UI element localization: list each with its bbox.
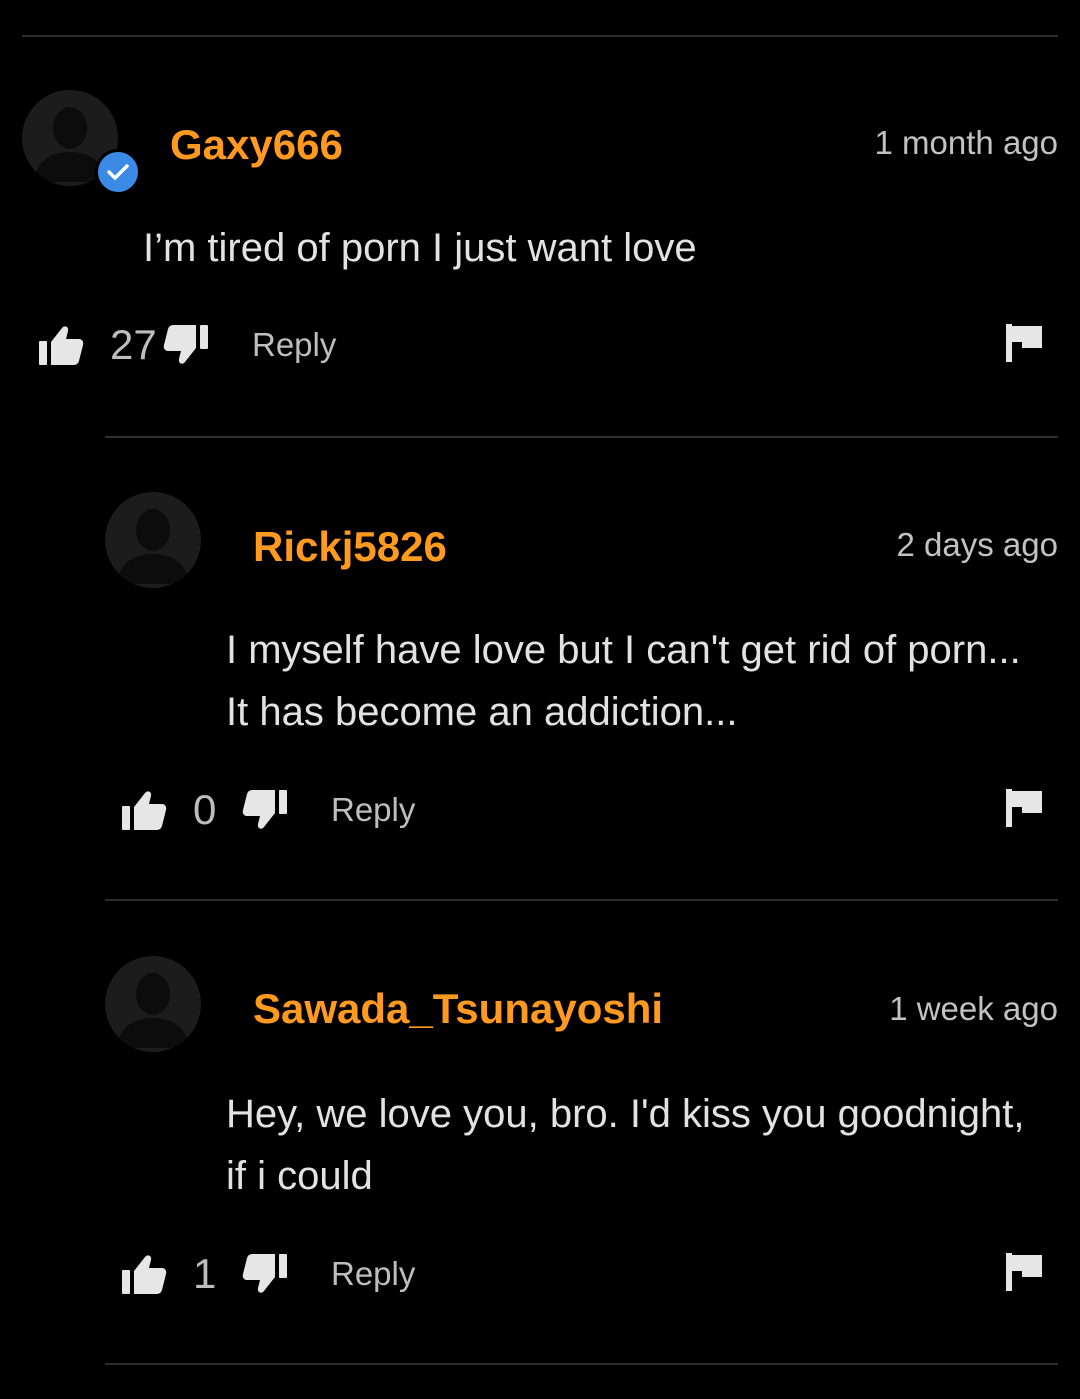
default-avatar-icon <box>117 973 189 1048</box>
comment-text-line: Hey, we love you, bro. I'd kiss you good… <box>226 1092 1025 1136</box>
comment-username[interactable]: Sawada_Tsunayoshi <box>253 984 663 1034</box>
thumbs-up-icon <box>122 1255 167 1294</box>
flag-button[interactable] <box>1006 1252 1042 1296</box>
reply-button[interactable]: Reply <box>252 325 336 365</box>
comment-text-line: It has become an addiction... <box>226 690 738 734</box>
avatar[interactable] <box>105 956 201 1052</box>
flag-button[interactable] <box>1006 323 1042 367</box>
comment-text: Hey, we love you, bro. I'd kiss you good… <box>226 1083 1024 1207</box>
comment-text-line: if i could <box>226 1154 373 1198</box>
thumbs-up-icon <box>122 791 167 830</box>
divider <box>105 436 1058 438</box>
like-button[interactable] <box>36 324 86 366</box>
dislike-button[interactable] <box>162 324 210 366</box>
divider <box>105 899 1058 901</box>
like-count: 27 <box>110 321 157 368</box>
divider-top <box>22 35 1058 37</box>
comment-text-line: I myself have love but I can't get rid o… <box>226 628 1021 672</box>
thumbs-down-icon <box>242 790 287 829</box>
check-icon <box>107 164 129 180</box>
comment-username[interactable]: Gaxy666 <box>170 120 343 170</box>
comment-text: I myself have love but I can't get rid o… <box>226 619 1021 743</box>
like-count: 1 <box>193 1250 217 1297</box>
flag-icon <box>1006 788 1042 827</box>
flag-button[interactable] <box>1006 788 1042 832</box>
reply-button[interactable]: Reply <box>331 790 415 830</box>
comment-timestamp: 2 days ago <box>896 526 1058 563</box>
comment: Sawada_Tsunayoshi 1 week ago Hey, we lov… <box>105 956 1058 1316</box>
reply-button[interactable]: Reply <box>331 1254 415 1294</box>
comment-actions: 1 Reply <box>119 1246 1058 1302</box>
flag-icon <box>1006 1252 1042 1291</box>
like-count: 0 <box>193 786 217 833</box>
flag-icon <box>1006 323 1042 362</box>
comment-actions: 0 Reply <box>119 782 1058 838</box>
comment: Gaxy666 1 month ago I’m tired of porn I … <box>22 90 1058 380</box>
like-button[interactable] <box>119 1253 169 1295</box>
comment-timestamp: 1 month ago <box>874 124 1058 161</box>
thumbs-down-icon <box>163 325 208 364</box>
dislike-button[interactable] <box>241 789 289 831</box>
comment-text-line: I’m tired of porn I just want love <box>143 226 697 270</box>
thumbs-down-icon <box>242 1254 287 1293</box>
comment-timestamp: 1 week ago <box>889 990 1058 1027</box>
like-button[interactable] <box>119 789 169 831</box>
comment-text: I’m tired of porn I just want love <box>143 217 697 279</box>
default-avatar-icon <box>117 509 189 584</box>
thumbs-up-icon <box>39 326 84 365</box>
divider <box>105 1363 1058 1365</box>
comment-actions: 27 Reply <box>36 317 1058 373</box>
comment: Rickj5826 2 days ago I myself have love … <box>105 492 1058 852</box>
comment-username[interactable]: Rickj5826 <box>253 522 447 572</box>
dislike-button[interactable] <box>241 1253 289 1295</box>
verified-badge <box>95 149 141 195</box>
avatar[interactable] <box>105 492 201 588</box>
